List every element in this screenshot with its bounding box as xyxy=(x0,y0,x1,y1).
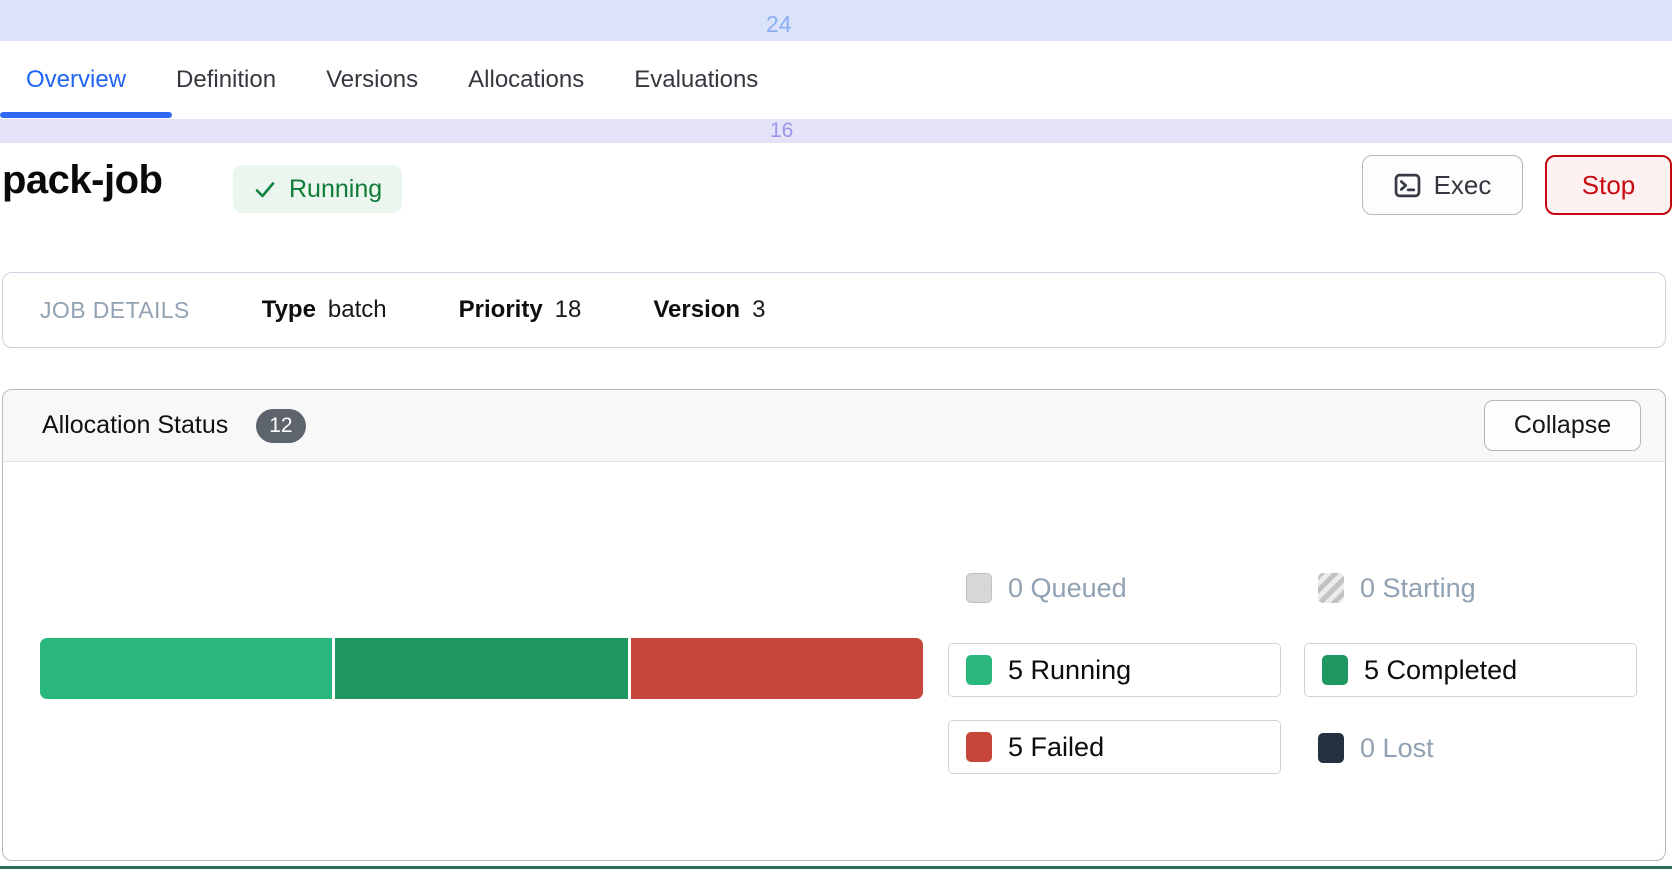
job-details-heading: JOB DETAILS xyxy=(40,297,190,324)
job-type-value: batch xyxy=(328,296,387,324)
tab-allocations[interactable]: Allocations xyxy=(468,66,584,94)
collapse-button[interactable]: Collapse xyxy=(1484,400,1641,451)
exec-button[interactable]: Exec xyxy=(1362,155,1523,215)
job-tab-bar: Overview Definition Versions Allocations… xyxy=(0,41,1672,119)
spacing-measure-middle-value: 16 xyxy=(770,119,793,143)
check-icon xyxy=(253,177,277,201)
job-details-bar: JOB DETAILS Type batch Priority 18 Versi… xyxy=(2,272,1666,348)
legend-running-text: 5 Running xyxy=(1008,655,1131,686)
spacing-measure-top: 24 xyxy=(0,0,1672,41)
allocation-status-panel: Allocation Status 12 Collapse xyxy=(2,389,1666,861)
job-version-label: Version xyxy=(653,296,740,324)
tab-definition[interactable]: Definition xyxy=(176,66,276,94)
exec-button-label: Exec xyxy=(1434,170,1492,201)
stop-button-label: Stop xyxy=(1582,170,1636,201)
spacing-measure-middle: 16 xyxy=(0,119,1672,143)
queued-swatch xyxy=(966,573,992,603)
legend-item-failed[interactable]: 5 Failed xyxy=(948,720,1281,774)
legend-queued-text: 0 Queued xyxy=(1008,573,1127,604)
completed-swatch xyxy=(1322,655,1348,685)
active-tab-underline xyxy=(0,112,172,118)
bar-segment-failed[interactable] xyxy=(631,638,923,699)
lost-swatch xyxy=(1318,733,1344,763)
legend-lost-text: 0 Lost xyxy=(1360,733,1434,764)
stop-button[interactable]: Stop xyxy=(1545,155,1672,215)
legend-item-lost: 0 Lost xyxy=(1318,732,1434,764)
running-swatch xyxy=(966,655,992,685)
spacing-measure-top-value: 24 xyxy=(766,11,792,38)
nomad-job-overview-screen: 24 Overview Definition Versions Allocati… xyxy=(0,0,1672,869)
job-version-field: Version 3 xyxy=(653,296,765,324)
tab-evaluations[interactable]: Evaluations xyxy=(634,66,758,94)
job-priority-field: Priority 18 xyxy=(459,296,582,324)
legend-completed-text: 5 Completed xyxy=(1364,655,1517,686)
status-badge-label: Running xyxy=(289,175,382,204)
job-priority-value: 18 xyxy=(555,296,582,324)
starting-swatch xyxy=(1318,573,1344,603)
failed-swatch xyxy=(966,732,992,762)
page-title: pack-job xyxy=(2,158,162,203)
allocation-bar-chart xyxy=(40,638,923,699)
legend-item-queued: 0 Queued xyxy=(966,572,1127,604)
allocation-status-title: Allocation Status xyxy=(42,411,228,440)
tab-versions[interactable]: Versions xyxy=(326,66,418,94)
legend-item-completed[interactable]: 5 Completed xyxy=(1304,643,1637,697)
job-type-label: Type xyxy=(262,296,316,324)
status-badge: Running xyxy=(233,165,402,213)
legend-item-starting: 0 Starting xyxy=(1318,572,1476,604)
tab-overview[interactable]: Overview xyxy=(26,66,126,94)
job-version-value: 3 xyxy=(752,296,765,324)
job-priority-label: Priority xyxy=(459,296,543,324)
bar-segment-running[interactable] xyxy=(40,638,332,699)
allocation-count-badge: 12 xyxy=(256,409,305,443)
legend-failed-text: 5 Failed xyxy=(1008,732,1104,763)
job-type-field: Type batch xyxy=(262,296,387,324)
legend-item-running[interactable]: 5 Running xyxy=(948,643,1281,697)
allocation-status-header: Allocation Status 12 Collapse xyxy=(3,390,1665,462)
job-tabs: Overview Definition Versions Allocations… xyxy=(0,41,1672,119)
terminal-icon xyxy=(1394,172,1421,199)
legend-starting-text: 0 Starting xyxy=(1360,573,1476,604)
bar-segment-completed[interactable] xyxy=(335,638,627,699)
